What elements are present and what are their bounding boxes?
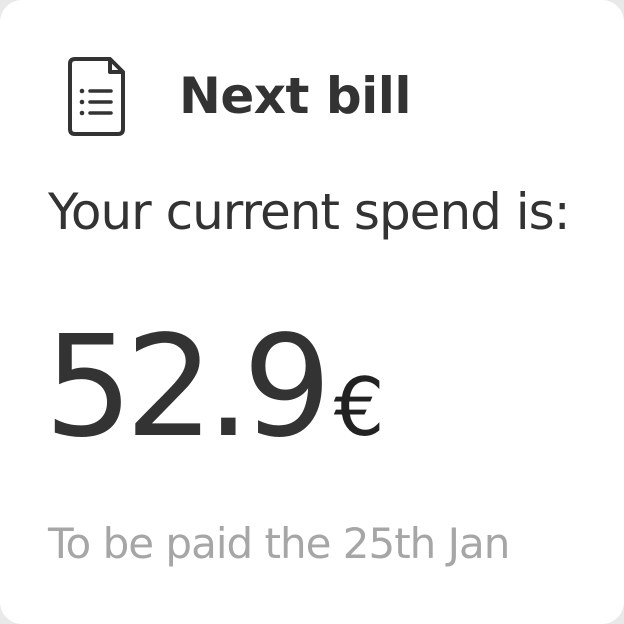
due-date-text: To be paid the 25th Jan (48, 519, 510, 568)
currency-symbol: € (333, 361, 385, 454)
card-title: Next bill (179, 67, 412, 125)
spend-amount: 52.9 € (44, 318, 385, 458)
current-spend-label: Your current spend is: (48, 183, 571, 241)
card-header: Next bill (66, 56, 412, 136)
document-list-icon (68, 57, 125, 136)
amount-value: 52.9 (44, 306, 332, 469)
next-bill-card[interactable]: Next bill Your current spend is: 52.9 € … (0, 0, 624, 624)
